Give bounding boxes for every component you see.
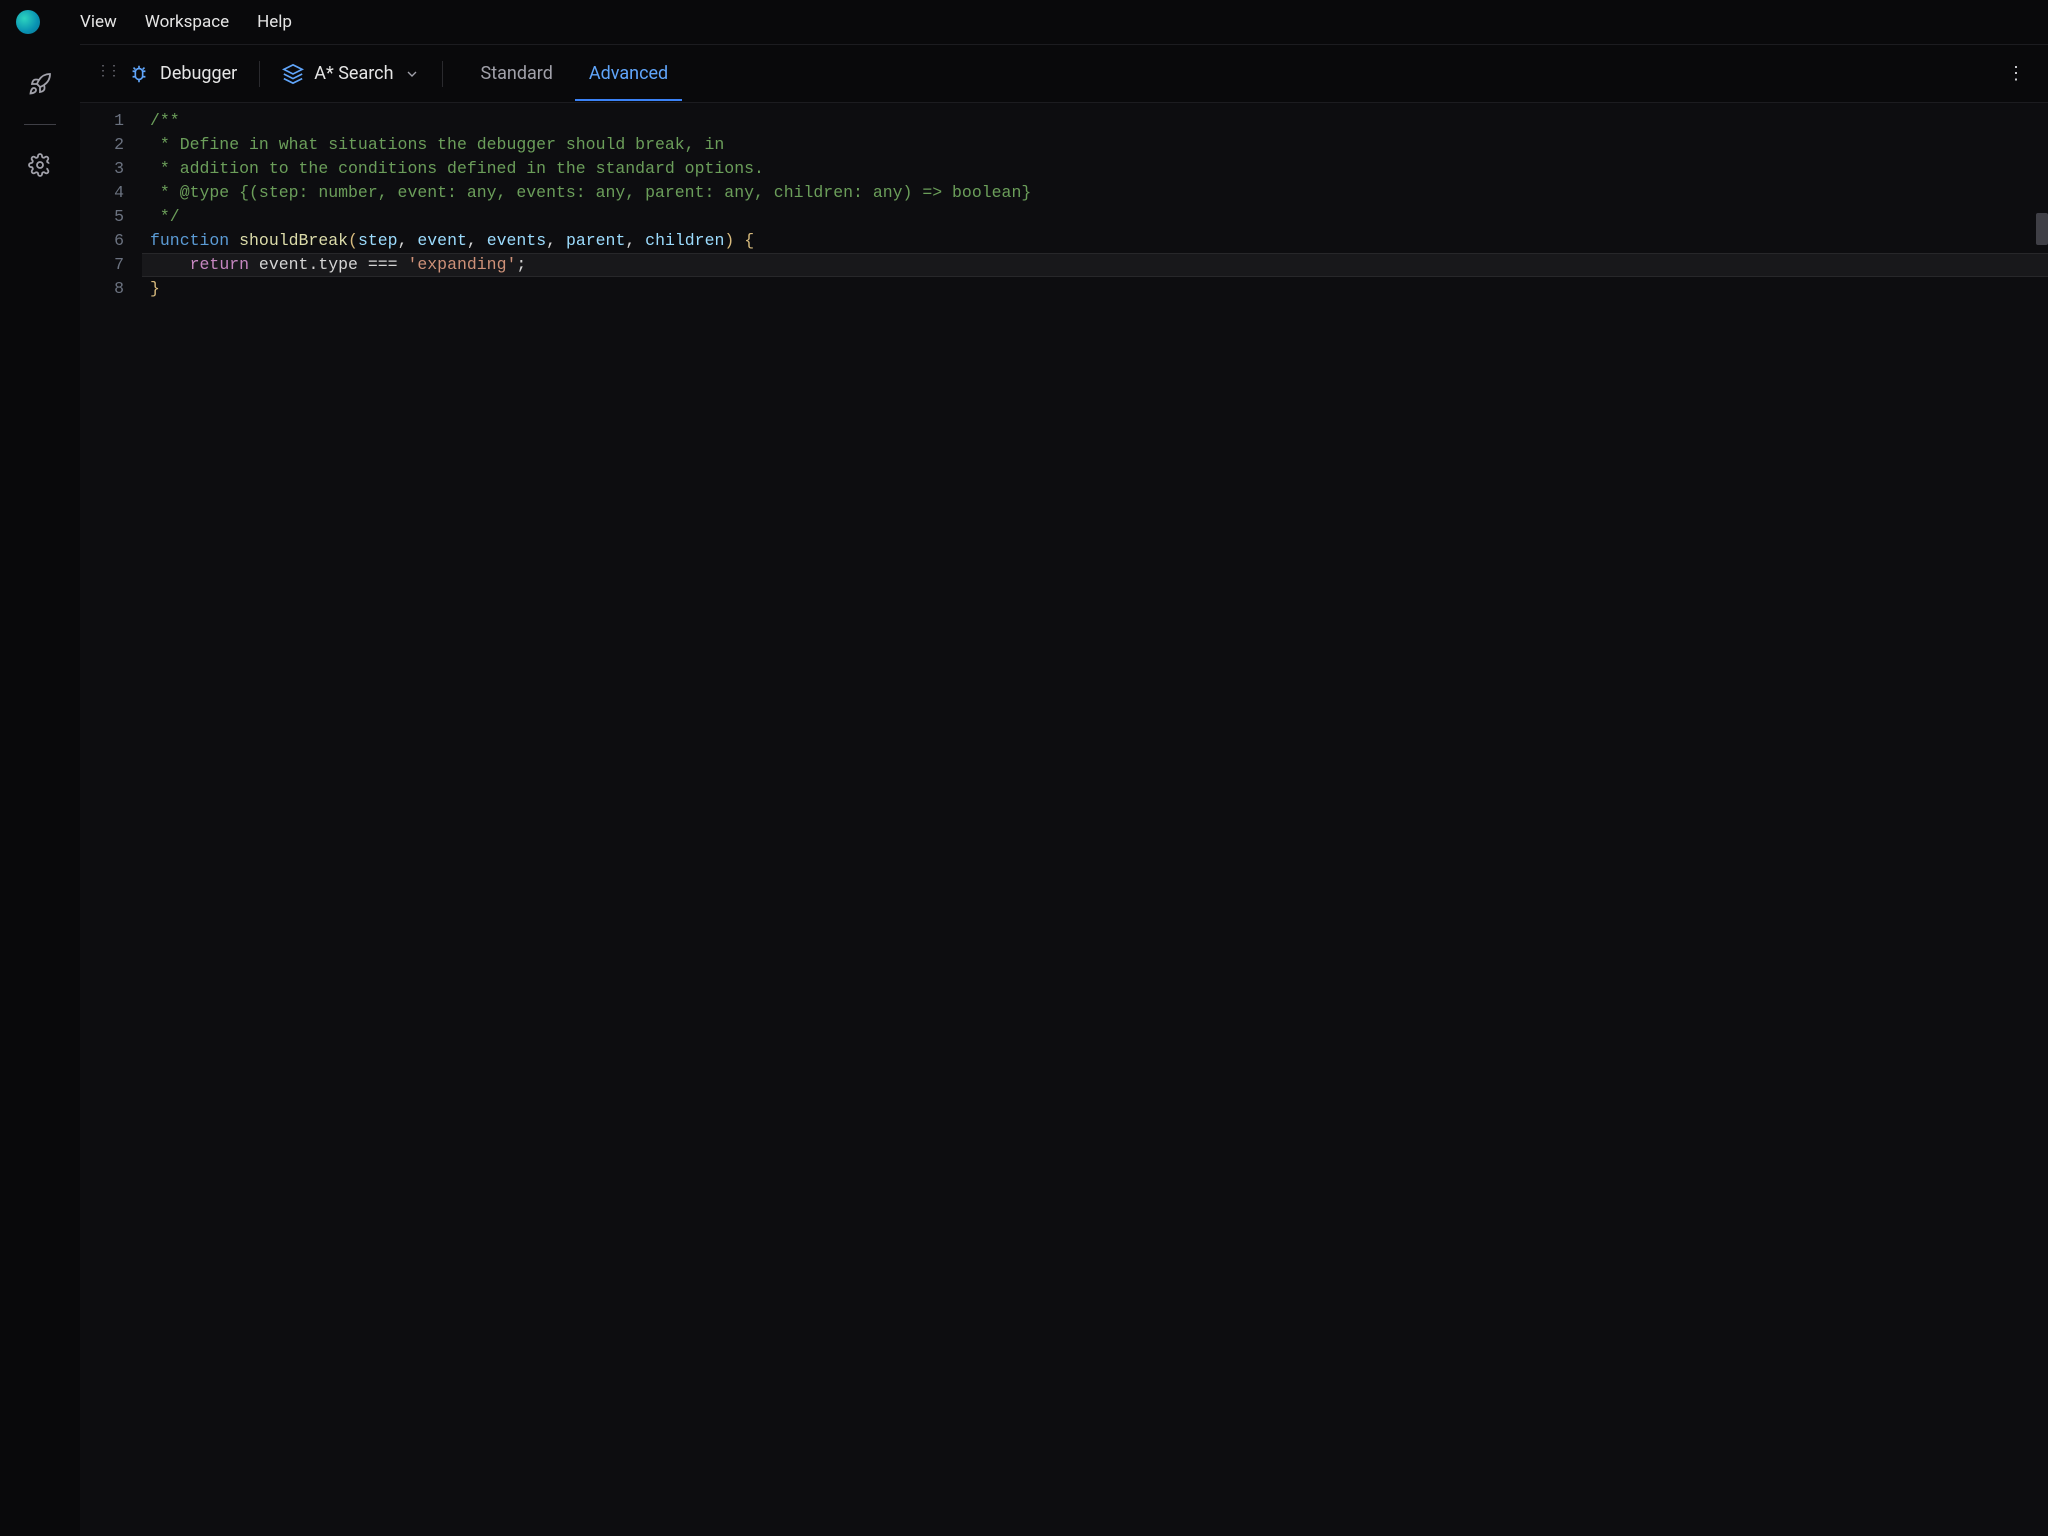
drag-handle-icon[interactable] — [96, 67, 110, 81]
more-button[interactable]: ⋮ — [2000, 58, 2032, 90]
line-gutter: 12345678 — [80, 103, 142, 1536]
algorithm-dropdown[interactable]: A* Search — [282, 63, 419, 85]
code-line[interactable]: * addition to the conditions defined in … — [142, 157, 2048, 181]
bug-icon — [128, 63, 150, 85]
menu-help[interactable]: Help — [257, 12, 292, 32]
algorithm-label: A* Search — [314, 63, 393, 84]
line-number: 4 — [80, 181, 124, 205]
line-number: 8 — [80, 277, 124, 301]
tab-advanced[interactable]: Advanced — [585, 47, 672, 100]
sidebar-settings-button[interactable] — [20, 145, 60, 185]
code-line[interactable]: */ — [142, 205, 2048, 229]
line-number: 2 — [80, 133, 124, 157]
code-line[interactable]: * Define in what situations the debugger… — [142, 133, 2048, 157]
layers-icon — [282, 63, 304, 85]
line-number: 5 — [80, 205, 124, 229]
menu-workspace[interactable]: Workspace — [145, 12, 229, 32]
code-line[interactable]: /** — [142, 109, 2048, 133]
menu-view[interactable]: View — [80, 12, 117, 32]
code-editor[interactable]: 12345678 /** * Define in what situations… — [80, 103, 2048, 1536]
menubar: View Workspace Help — [0, 0, 2048, 44]
rocket-icon — [28, 72, 52, 96]
panel-toolbar: Debugger A* Search Standar — [80, 45, 2048, 103]
debugger-label: Debugger — [160, 63, 237, 84]
gear-icon — [28, 153, 52, 177]
code-line[interactable]: * @type {(step: number, event: any, even… — [142, 181, 2048, 205]
code-line[interactable]: return event.type === 'expanding'; — [142, 253, 2048, 277]
toolbar-divider — [259, 61, 260, 87]
chevron-down-icon — [404, 66, 420, 82]
line-number: 3 — [80, 157, 124, 181]
tab-standard[interactable]: Standard — [477, 47, 557, 100]
sidebar-rocket-button[interactable] — [20, 64, 60, 104]
sidebar — [0, 44, 80, 1536]
toolbar-divider-2 — [442, 61, 443, 87]
debugger-chip[interactable]: Debugger — [128, 63, 237, 85]
panel-tabs: Standard Advanced — [477, 47, 673, 100]
app-logo — [16, 10, 40, 34]
scrollbar-thumb[interactable] — [2036, 213, 2048, 245]
code-line[interactable]: function shouldBreak(step, event, events… — [142, 229, 2048, 253]
code-line[interactable]: } — [142, 277, 2048, 301]
code-body[interactable]: /** * Define in what situations the debu… — [142, 103, 2048, 1536]
line-number: 6 — [80, 229, 124, 253]
line-number: 1 — [80, 109, 124, 133]
line-number: 7 — [80, 253, 124, 277]
sidebar-divider — [24, 124, 56, 125]
